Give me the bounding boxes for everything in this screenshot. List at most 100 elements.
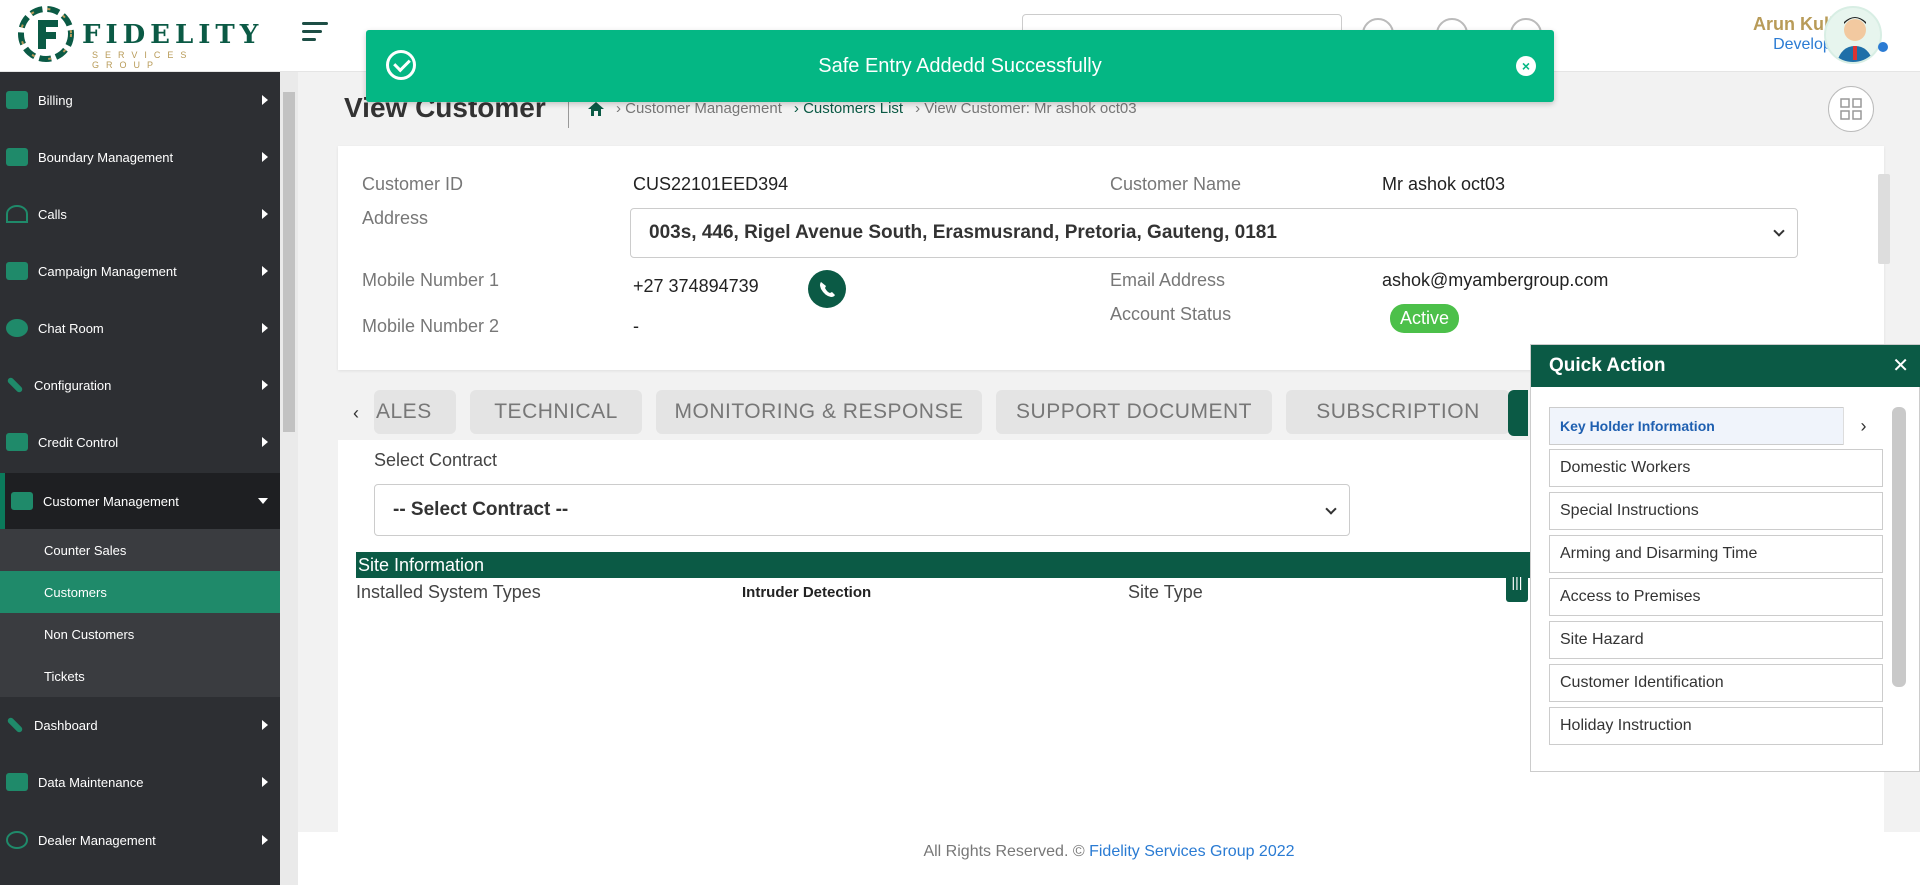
map-icon xyxy=(6,148,28,166)
online-status-icon xyxy=(1878,42,1888,52)
installed-system-types-label: Installed System Types xyxy=(356,582,541,602)
sidebar-item-customer-management[interactable]: Customer Management xyxy=(0,473,280,529)
mobile-2-value: - xyxy=(633,316,639,336)
tab-label: TECHNICAL xyxy=(494,400,618,423)
quick-action-next-button[interactable]: › xyxy=(1843,407,1883,445)
sidebar-scrollbar[interactable] xyxy=(280,72,298,885)
quick-action-label: Customer Identification xyxy=(1560,674,1724,691)
customer-id-value: CUS22101EED394 xyxy=(633,174,789,194)
quick-action-holiday-instruction[interactable]: Holiday Instruction xyxy=(1549,707,1883,745)
sidebar-item-campaign-management[interactable]: Campaign Management xyxy=(0,243,280,299)
chevron-right-icon xyxy=(262,380,268,390)
quick-action-label: Access to Premises xyxy=(1560,588,1701,605)
sidebar-item-label: Customer Management xyxy=(43,493,179,509)
quick-action-header: Quick Action ✕ xyxy=(1531,345,1920,387)
logo-mark-icon xyxy=(18,6,74,62)
tab-label: ALES xyxy=(376,400,432,423)
sidebar-item-calls[interactable]: Calls xyxy=(0,186,280,242)
tab-technical[interactable]: TECHNICAL xyxy=(470,390,642,434)
scrollbar-thumb[interactable] xyxy=(283,92,295,432)
sidebar-item-label: Campaign Management xyxy=(38,263,177,279)
chevron-right-icon xyxy=(262,209,268,219)
sidebar-item-label: Dashboard xyxy=(34,717,98,733)
sidebar: Billing Boundary Management Calls Campai… xyxy=(0,72,280,885)
sidebar-item-label: Credit Control xyxy=(38,434,119,450)
chevron-down-icon xyxy=(1325,503,1337,515)
tab-support-document[interactable]: SUPPORT DOCUMENT xyxy=(996,390,1272,434)
quick-action-scrollbar[interactable] xyxy=(1892,407,1906,687)
sidebar-subitem-label: Tickets xyxy=(44,668,85,684)
home-icon[interactable] xyxy=(588,101,604,116)
footer-brand-link[interactable]: Fidelity Services Group 2022 xyxy=(1089,843,1294,860)
sidebar-item-dashboard[interactable]: Dashboard xyxy=(0,697,280,753)
sidebar-item-chat-room[interactable]: Chat Room xyxy=(0,300,280,356)
mobile-2-label: Mobile Number 2 xyxy=(362,316,500,336)
sidebar-subitem-tickets[interactable]: Tickets xyxy=(0,655,280,697)
quick-action-customer-identification[interactable]: Customer Identification xyxy=(1549,664,1883,702)
quick-action-label: Holiday Instruction xyxy=(1560,717,1692,734)
user-icon xyxy=(6,831,28,849)
chevron-right-icon xyxy=(262,323,268,333)
wrench-icon xyxy=(6,376,24,394)
panel-drag-handle[interactable]: ||| xyxy=(1506,562,1528,602)
quick-action-special-instructions[interactable]: Special Instructions xyxy=(1549,492,1883,530)
quick-action-site-hazard[interactable]: Site Hazard xyxy=(1549,621,1883,659)
sidebar-item-label: Dealer Management xyxy=(38,832,156,848)
sidebar-item-credit-control[interactable]: Credit Control xyxy=(0,414,280,470)
sidebar-item-configuration[interactable]: Configuration xyxy=(0,357,280,413)
customer-details-card: Customer ID CUS22101EED394 Customer Name… xyxy=(338,146,1890,370)
sidebar-subitem-non-customers[interactable]: Non Customers xyxy=(0,613,280,655)
sidebar-subitem-counter-sales[interactable]: Counter Sales xyxy=(0,529,280,571)
site-information-header: Site Information xyxy=(356,552,1532,578)
chevron-right-icon xyxy=(262,266,268,276)
sidebar-item-data-maintenance[interactable]: Data Maintenance xyxy=(0,754,280,810)
breadcrumb-customers-list[interactable]: › Customers List xyxy=(794,100,903,117)
chevron-right-icon xyxy=(262,95,268,105)
account-status-label: Account Status xyxy=(1110,304,1232,324)
address-label: Address xyxy=(362,208,429,228)
wrench-icon xyxy=(6,716,24,734)
tab-subscription[interactable]: SUBSCRIPTION xyxy=(1286,390,1510,434)
sidebar-item-billing[interactable]: Billing xyxy=(0,72,280,128)
quick-action-key-holder-information[interactable]: Key Holder Information xyxy=(1549,407,1883,445)
quick-action-arming-disarming-time[interactable]: Arming and Disarming Time xyxy=(1549,535,1883,573)
grid-icon xyxy=(1840,98,1862,120)
quick-action-domestic-workers[interactable]: Domestic Workers xyxy=(1549,449,1883,487)
breadcrumb-customer-management[interactable]: › Customer Management xyxy=(616,100,782,117)
sidebar-item-label: Data Maintenance xyxy=(38,774,144,790)
toast-close-button[interactable]: × xyxy=(1516,56,1536,76)
chevron-right-icon xyxy=(262,720,268,730)
quick-action-access-to-premises[interactable]: Access to Premises xyxy=(1549,578,1883,616)
avatar[interactable] xyxy=(1824,6,1882,64)
tabs-prev-button[interactable]: ‹ xyxy=(338,390,374,436)
layout-grid-button[interactable] xyxy=(1828,86,1874,132)
sidebar-subitem-label: Customers xyxy=(44,584,107,600)
address-select-value: 003s, 446, Rigel Avenue South, Erasmusra… xyxy=(649,222,1277,243)
sidebar-item-boundary-management[interactable]: Boundary Management xyxy=(0,129,280,185)
quick-action-label: Arming and Disarming Time xyxy=(1560,545,1758,562)
tab-active-edge[interactable] xyxy=(1508,390,1528,436)
quick-action-label: Key Holder Information xyxy=(1560,418,1715,434)
email-value: ashok@myambergroup.com xyxy=(1382,270,1609,290)
tab-label: MONITORING & RESPONSE xyxy=(674,400,964,423)
status-badge: Active xyxy=(1390,304,1460,333)
sidebar-subitem-customers[interactable]: Customers xyxy=(0,571,280,613)
tab-label: SUPPORT DOCUMENT xyxy=(1016,400,1252,423)
call-button[interactable] xyxy=(808,270,846,308)
campaign-icon xyxy=(6,262,28,280)
contract-select-value: -- Select Contract -- xyxy=(393,499,569,520)
sidebar-item-dealer-management[interactable]: Dealer Management xyxy=(0,812,280,868)
fidelity-logo[interactable]: FIDELITY SERVICES GROUP xyxy=(18,6,258,70)
tab-monitoring-response[interactable]: MONITORING & RESPONSE xyxy=(656,390,982,434)
money-icon xyxy=(6,433,28,451)
sidebar-item-label: Configuration xyxy=(34,377,112,393)
address-select[interactable]: 003s, 446, Rigel Avenue South, Erasmusra… xyxy=(630,208,1798,258)
close-icon[interactable]: ✕ xyxy=(1892,345,1909,387)
customer-name-label: Customer Name xyxy=(1110,174,1242,194)
menu-toggle-icon[interactable] xyxy=(302,22,328,46)
grip-icon: ||| xyxy=(1511,574,1523,590)
tab-sales[interactable]: ALES xyxy=(374,390,456,434)
breadcrumb: › Customer Management › Customers List ›… xyxy=(588,100,1137,117)
card-scrollbar[interactable] xyxy=(1878,174,1890,264)
contract-select[interactable]: -- Select Contract -- xyxy=(374,484,1350,536)
